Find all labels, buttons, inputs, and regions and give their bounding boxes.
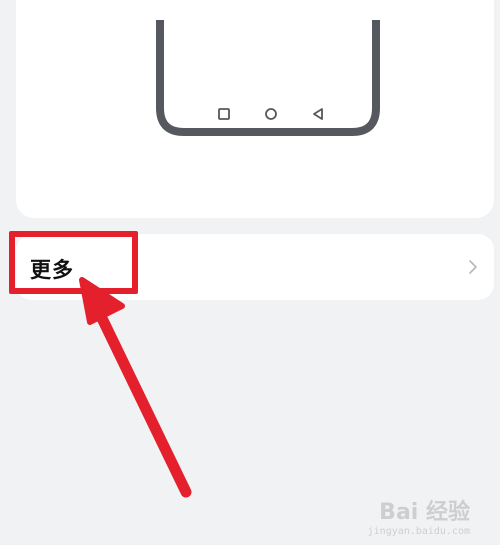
more-settings-item[interactable]: 更多 [16,234,494,300]
watermark-brand: Bai 经验 [379,500,470,525]
baidu-jingyan-watermark: Bai 经验 jingyan.baidu.com [368,494,470,537]
phone-preview-illustration [156,20,380,136]
circle-home-icon [265,108,277,120]
watermark-url: jingyan.baidu.com [367,526,470,537]
navigation-preview-card [16,0,494,218]
chevron-right-icon [469,260,477,274]
square-recents-icon [218,108,230,120]
triangle-back-icon [313,108,323,120]
red-arrow-annotation [79,277,192,498]
more-label: 更多 [30,258,74,282]
screen: 更多 Bai 经验 jingyan.baidu.com [0,0,500,545]
